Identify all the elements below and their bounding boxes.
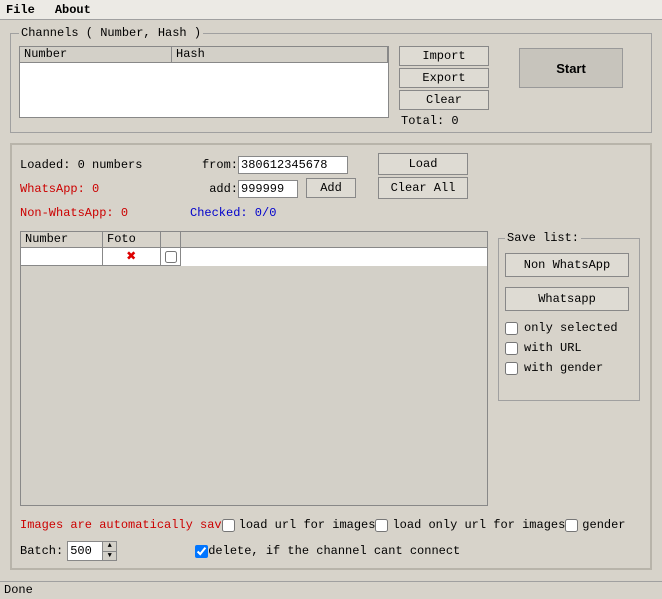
load-only-url-checkbox[interactable] xyxy=(375,519,388,532)
from-input[interactable] xyxy=(238,156,348,174)
spin-down-icon[interactable]: ▼ xyxy=(103,552,116,561)
add-input[interactable] xyxy=(238,180,298,198)
spin-up-icon[interactable]: ▲ xyxy=(103,542,116,552)
channels-col-hash[interactable]: Hash xyxy=(172,47,388,62)
menu-file[interactable]: File xyxy=(6,3,35,17)
delete-if-label: delete, if the channel cant connect xyxy=(208,544,460,558)
loader-panel: Loaded: 0 numbers from: Load WhatsApp: 0… xyxy=(10,143,652,570)
from-label: from: xyxy=(190,158,238,172)
load-only-url-label: load only url for images xyxy=(392,518,565,532)
savelist-group: Save list: Non WhatsApp Whatsapp only se… xyxy=(498,231,640,401)
save-nonwhatsapp-button[interactable]: Non WhatsApp xyxy=(505,253,629,277)
start-button[interactable]: Start xyxy=(519,48,623,88)
whatsapp-count: WhatsApp: 0 xyxy=(20,182,190,196)
save-whatsapp-button[interactable]: Whatsapp xyxy=(505,287,629,311)
channels-table[interactable]: Number Hash xyxy=(19,46,389,118)
gender-label: gender xyxy=(582,518,625,532)
channels-col-number[interactable]: Number xyxy=(20,47,172,62)
with-gender-label: with gender xyxy=(524,361,603,375)
nonwhatsapp-count: Non-WhatsApp: 0 xyxy=(20,206,190,220)
load-url-label: load url for images xyxy=(239,518,376,532)
menubar[interactable]: File About xyxy=(0,0,662,20)
clear-all-button[interactable]: Clear All xyxy=(378,177,468,199)
numlist-col-check[interactable] xyxy=(161,232,181,247)
numlist-col-foto[interactable]: Foto xyxy=(103,232,161,247)
menu-about[interactable]: About xyxy=(55,3,91,17)
only-selected-label: only selected xyxy=(524,321,618,335)
load-button[interactable]: Load xyxy=(378,153,468,175)
loaded-label: Loaded: 0 numbers xyxy=(20,158,190,172)
add-button[interactable]: Add xyxy=(306,178,356,198)
import-button[interactable]: Import xyxy=(399,46,489,66)
only-selected-checkbox[interactable] xyxy=(505,322,518,335)
savelist-legend: Save list: xyxy=(505,231,581,245)
batch-label: Batch: xyxy=(20,544,63,558)
status-bar: Done xyxy=(0,581,662,599)
gender-checkbox[interactable] xyxy=(565,519,578,532)
add-label: add: xyxy=(190,182,238,196)
batch-spinner[interactable]: ▲ ▼ xyxy=(67,541,117,561)
table-row[interactable]: ✖ xyxy=(21,248,487,266)
load-url-checkbox[interactable] xyxy=(222,519,235,532)
with-url-checkbox[interactable] xyxy=(505,342,518,355)
export-button[interactable]: Export xyxy=(399,68,489,88)
channels-legend: Channels ( Number, Hash ) xyxy=(19,26,203,40)
images-auto-label: Images are automatically sav xyxy=(20,518,222,532)
channels-total: Total: 0 xyxy=(399,114,489,128)
with-url-label: with URL xyxy=(524,341,582,355)
clear-button[interactable]: Clear xyxy=(399,90,489,110)
number-list[interactable]: Number Foto ✖ xyxy=(20,231,488,506)
row-checkbox[interactable] xyxy=(165,251,177,263)
with-gender-checkbox[interactable] xyxy=(505,362,518,375)
numlist-col-number[interactable]: Number xyxy=(21,232,103,247)
delete-if-checkbox[interactable] xyxy=(195,545,208,558)
x-icon: ✖ xyxy=(127,250,137,264)
checked-count: Checked: 0/0 xyxy=(190,206,276,220)
batch-input[interactable] xyxy=(68,542,102,560)
channels-group: Channels ( Number, Hash ) Number Hash Im… xyxy=(10,26,652,133)
